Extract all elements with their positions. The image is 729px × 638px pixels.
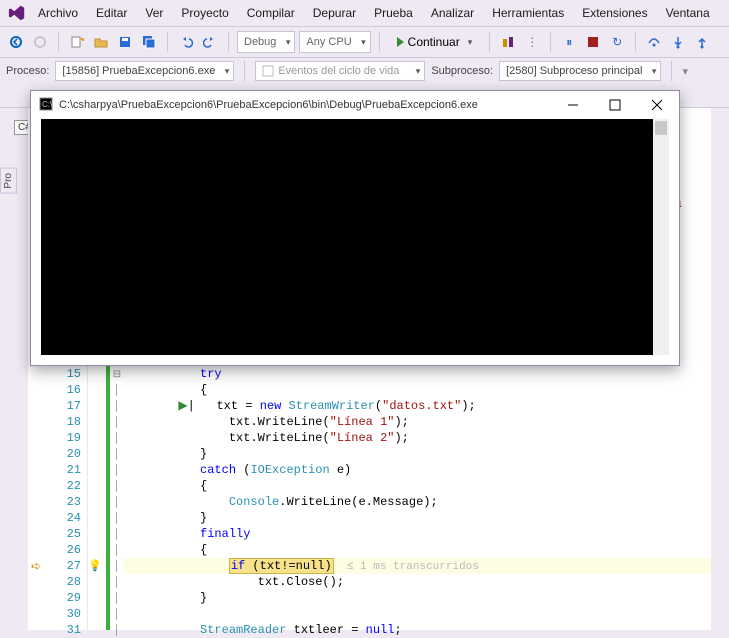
- separator: [244, 61, 245, 81]
- stack-frame-icon[interactable]: ▾: [682, 65, 688, 78]
- lifecycle-label: Eventos del ciclo de vida: [278, 65, 399, 77]
- close-button[interactable]: [639, 94, 675, 116]
- menu-extensiones[interactable]: Extensiones: [574, 3, 655, 23]
- debug-tool-b[interactable]: ⋮: [522, 32, 542, 52]
- separator: [167, 32, 168, 52]
- debug-bar: Proceso: [15856] PruebaExcepcion6.exe Ev…: [0, 58, 729, 84]
- menu-analizar[interactable]: Analizar: [423, 3, 482, 23]
- play-icon: [397, 37, 404, 47]
- lightbulb-icon[interactable]: 💡: [88, 560, 102, 572]
- console-window: C:\ C:\csharpya\PruebaExcepcion6\PruebaE…: [30, 90, 680, 366]
- menu-ventana[interactable]: Ventana: [658, 3, 718, 23]
- scroll-thumb[interactable]: [655, 121, 667, 135]
- step-into-button[interactable]: [668, 32, 688, 52]
- stop-button[interactable]: [583, 32, 603, 52]
- sidebar-tab[interactable]: Pro: [0, 168, 17, 194]
- exec-pointer-icon: ▶: [178, 399, 187, 413]
- step-over-button[interactable]: [644, 32, 664, 52]
- console-app-icon: C:\: [39, 97, 53, 114]
- menu-prueba[interactable]: Prueba: [366, 3, 421, 23]
- chevron-down-icon: ▾: [468, 37, 473, 48]
- separator: [228, 32, 229, 52]
- menu-archivo[interactable]: Archivo: [30, 3, 86, 23]
- new-file-button[interactable]: [67, 32, 87, 52]
- lifecycle-dropdown[interactable]: Eventos del ciclo de vida: [255, 61, 425, 81]
- config-dropdown[interactable]: Debug: [237, 31, 295, 53]
- open-button[interactable]: [91, 32, 111, 52]
- save-button[interactable]: [115, 32, 135, 52]
- platform-dropdown[interactable]: Any CPU: [299, 31, 370, 53]
- console-scrollbar[interactable]: [653, 119, 669, 355]
- subproceso-label: Subproceso:: [431, 65, 493, 77]
- debug-tool-a[interactable]: [498, 32, 518, 52]
- menu-depurar[interactable]: Depurar: [305, 3, 364, 23]
- console-surface[interactable]: [41, 119, 669, 355]
- separator: [489, 32, 490, 52]
- restart-button[interactable]: ↻: [607, 32, 627, 52]
- separator: [550, 32, 551, 52]
- maximize-button[interactable]: [597, 94, 633, 116]
- main-toolbar: Debug Any CPU Continuar ▾ ⋮ ⏸ ↻: [0, 26, 729, 58]
- minimize-button[interactable]: [555, 94, 591, 116]
- separator: [671, 61, 672, 81]
- menu-ver[interactable]: Ver: [137, 3, 171, 23]
- separator: [58, 32, 59, 52]
- step-out-button[interactable]: [692, 32, 712, 52]
- right-scroll-strip[interactable]: [711, 108, 729, 630]
- console-title: C:\csharpya\PruebaExcepcion6\PruebaExcep…: [59, 99, 549, 111]
- forward-button[interactable]: [30, 32, 50, 52]
- menu-bar: Archivo Editar Ver Proyecto Compilar Dep…: [0, 0, 729, 26]
- undo-button[interactable]: [176, 32, 196, 52]
- menu-herramientas[interactable]: Herramientas: [484, 3, 572, 23]
- subproceso-dropdown[interactable]: [2580] Subproceso principal: [499, 61, 661, 81]
- menu-editar[interactable]: Editar: [88, 3, 135, 23]
- save-all-button[interactable]: [139, 32, 159, 52]
- console-titlebar[interactable]: C:\ C:\csharpya\PruebaExcepcion6\PruebaE…: [31, 91, 679, 119]
- current-line-arrow-icon: ➪: [31, 559, 41, 573]
- separator: [379, 32, 380, 52]
- svg-text:C:\: C:\: [42, 100, 53, 109]
- proceso-dropdown[interactable]: [15856] PruebaExcepcion6.exe: [55, 61, 234, 81]
- separator: [635, 32, 636, 52]
- proceso-label: Proceso:: [6, 65, 49, 77]
- continue-button[interactable]: Continuar ▾: [388, 31, 482, 53]
- continue-label: Continuar: [408, 35, 460, 49]
- vs-logo-icon: [6, 2, 28, 24]
- redo-button[interactable]: [200, 32, 220, 52]
- pause-button[interactable]: ⏸: [559, 32, 579, 52]
- menu-proyecto[interactable]: Proyecto: [173, 3, 236, 23]
- menu-compilar[interactable]: Compilar: [239, 3, 303, 23]
- back-button[interactable]: [6, 32, 26, 52]
